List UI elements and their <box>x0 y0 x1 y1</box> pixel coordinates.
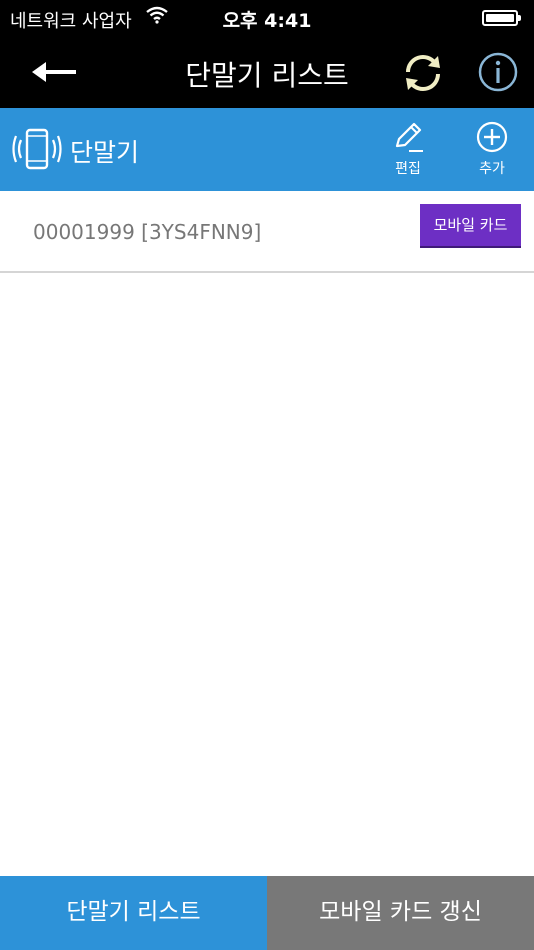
refresh-icon[interactable] <box>400 50 446 96</box>
add-button[interactable]: 추가 <box>460 120 524 184</box>
tab-device-list[interactable]: 단말기 리스트 <box>0 876 267 950</box>
vibrating-phone-icon <box>12 124 62 174</box>
device-name: 00001999 [3YS4FNN9] <box>33 220 262 244</box>
battery-icon <box>482 10 521 26</box>
add-label: 추가 <box>479 161 505 177</box>
bottom-tab-bar: 단말기 리스트 모바일 카드 갱신 <box>0 876 534 950</box>
toolbar-label: 단말기 <box>70 138 140 167</box>
status-time: 오후 4:41 <box>222 10 312 32</box>
tab-mobile-card-renew[interactable]: 모바일 카드 갱신 <box>267 876 534 950</box>
navigation-bar: 단말기 리스트 <box>0 36 534 108</box>
info-icon[interactable] <box>476 50 520 94</box>
pencil-icon <box>376 120 440 154</box>
status-bar: 네트워크 사업자 오후 4:41 <box>0 0 534 36</box>
device-toolbar: 단말기 편집 추가 <box>0 108 534 191</box>
edit-button[interactable]: 편집 <box>376 120 440 184</box>
list-item[interactable]: 00001999 [3YS4FNN9] 모바일 카드 <box>0 191 534 273</box>
edit-label: 편집 <box>395 161 421 177</box>
plus-circle-icon <box>460 120 524 154</box>
page-title: 단말기 리스트 <box>185 59 349 92</box>
mobile-card-button[interactable]: 모바일 카드 <box>420 204 521 248</box>
